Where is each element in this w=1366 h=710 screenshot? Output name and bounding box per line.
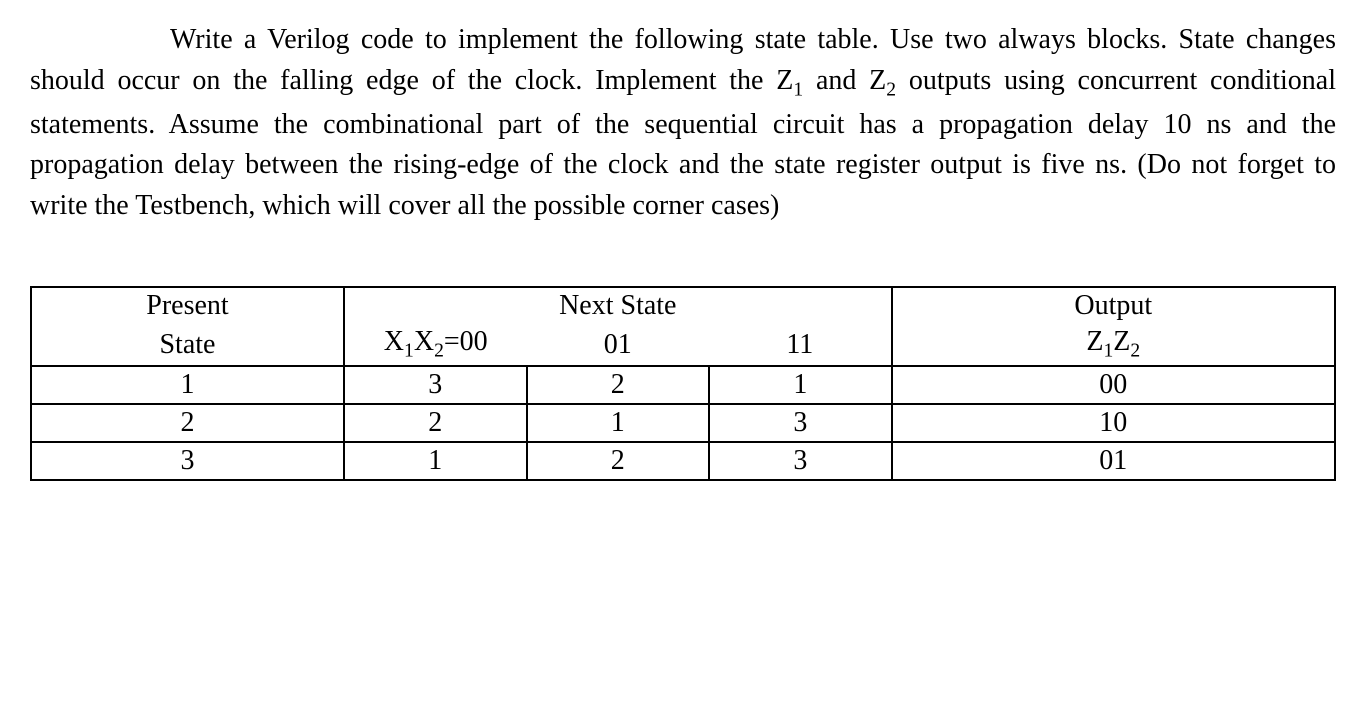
cell-ns11: 1: [709, 366, 892, 404]
problem-statement: Write a Verilog code to implement the fo…: [30, 20, 1336, 226]
header-nextstate: Next State: [527, 287, 710, 324]
table-row: 2 2 1 3 10: [31, 404, 1335, 442]
cell-state: 1: [31, 366, 344, 404]
cell-state: 3: [31, 442, 344, 480]
cell-ns01: 1: [527, 404, 710, 442]
header-output-2: Z1Z2: [892, 324, 1335, 366]
cell-out: 01: [892, 442, 1335, 480]
header-input-11: 11: [709, 324, 892, 366]
cell-ns11: 3: [709, 404, 892, 442]
cell-ns01: 2: [527, 442, 710, 480]
cell-out: 00: [892, 366, 1335, 404]
table-row: 1 3 2 1 00: [31, 366, 1335, 404]
state-table: Present Next State Output State X1X2=00 …: [30, 286, 1336, 481]
cell-ns00: 1: [344, 442, 527, 480]
header-present-2: State: [31, 324, 344, 366]
cell-ns00: 2: [344, 404, 527, 442]
table-header-row-1: Present Next State Output: [31, 287, 1335, 324]
header-input-01: 01: [527, 324, 710, 366]
cell-ns01: 2: [527, 366, 710, 404]
z-sub-1: 1: [793, 79, 803, 100]
header-present-1: Present: [31, 287, 344, 324]
header-nextstate-blank2: [709, 287, 892, 324]
cell-out: 10: [892, 404, 1335, 442]
table-row: 3 1 2 3 01: [31, 442, 1335, 480]
cell-ns11: 3: [709, 442, 892, 480]
z-sub-2: 2: [886, 79, 896, 100]
paragraph-text-2: and Z: [803, 65, 886, 96]
header-input-00: X1X2=00: [344, 324, 527, 366]
cell-ns00: 3: [344, 366, 527, 404]
cell-state: 2: [31, 404, 344, 442]
header-output-1: Output: [892, 287, 1335, 324]
table-header-row-2: State X1X2=00 01 11 Z1Z2: [31, 324, 1335, 366]
header-nextstate-blank1: [344, 287, 527, 324]
